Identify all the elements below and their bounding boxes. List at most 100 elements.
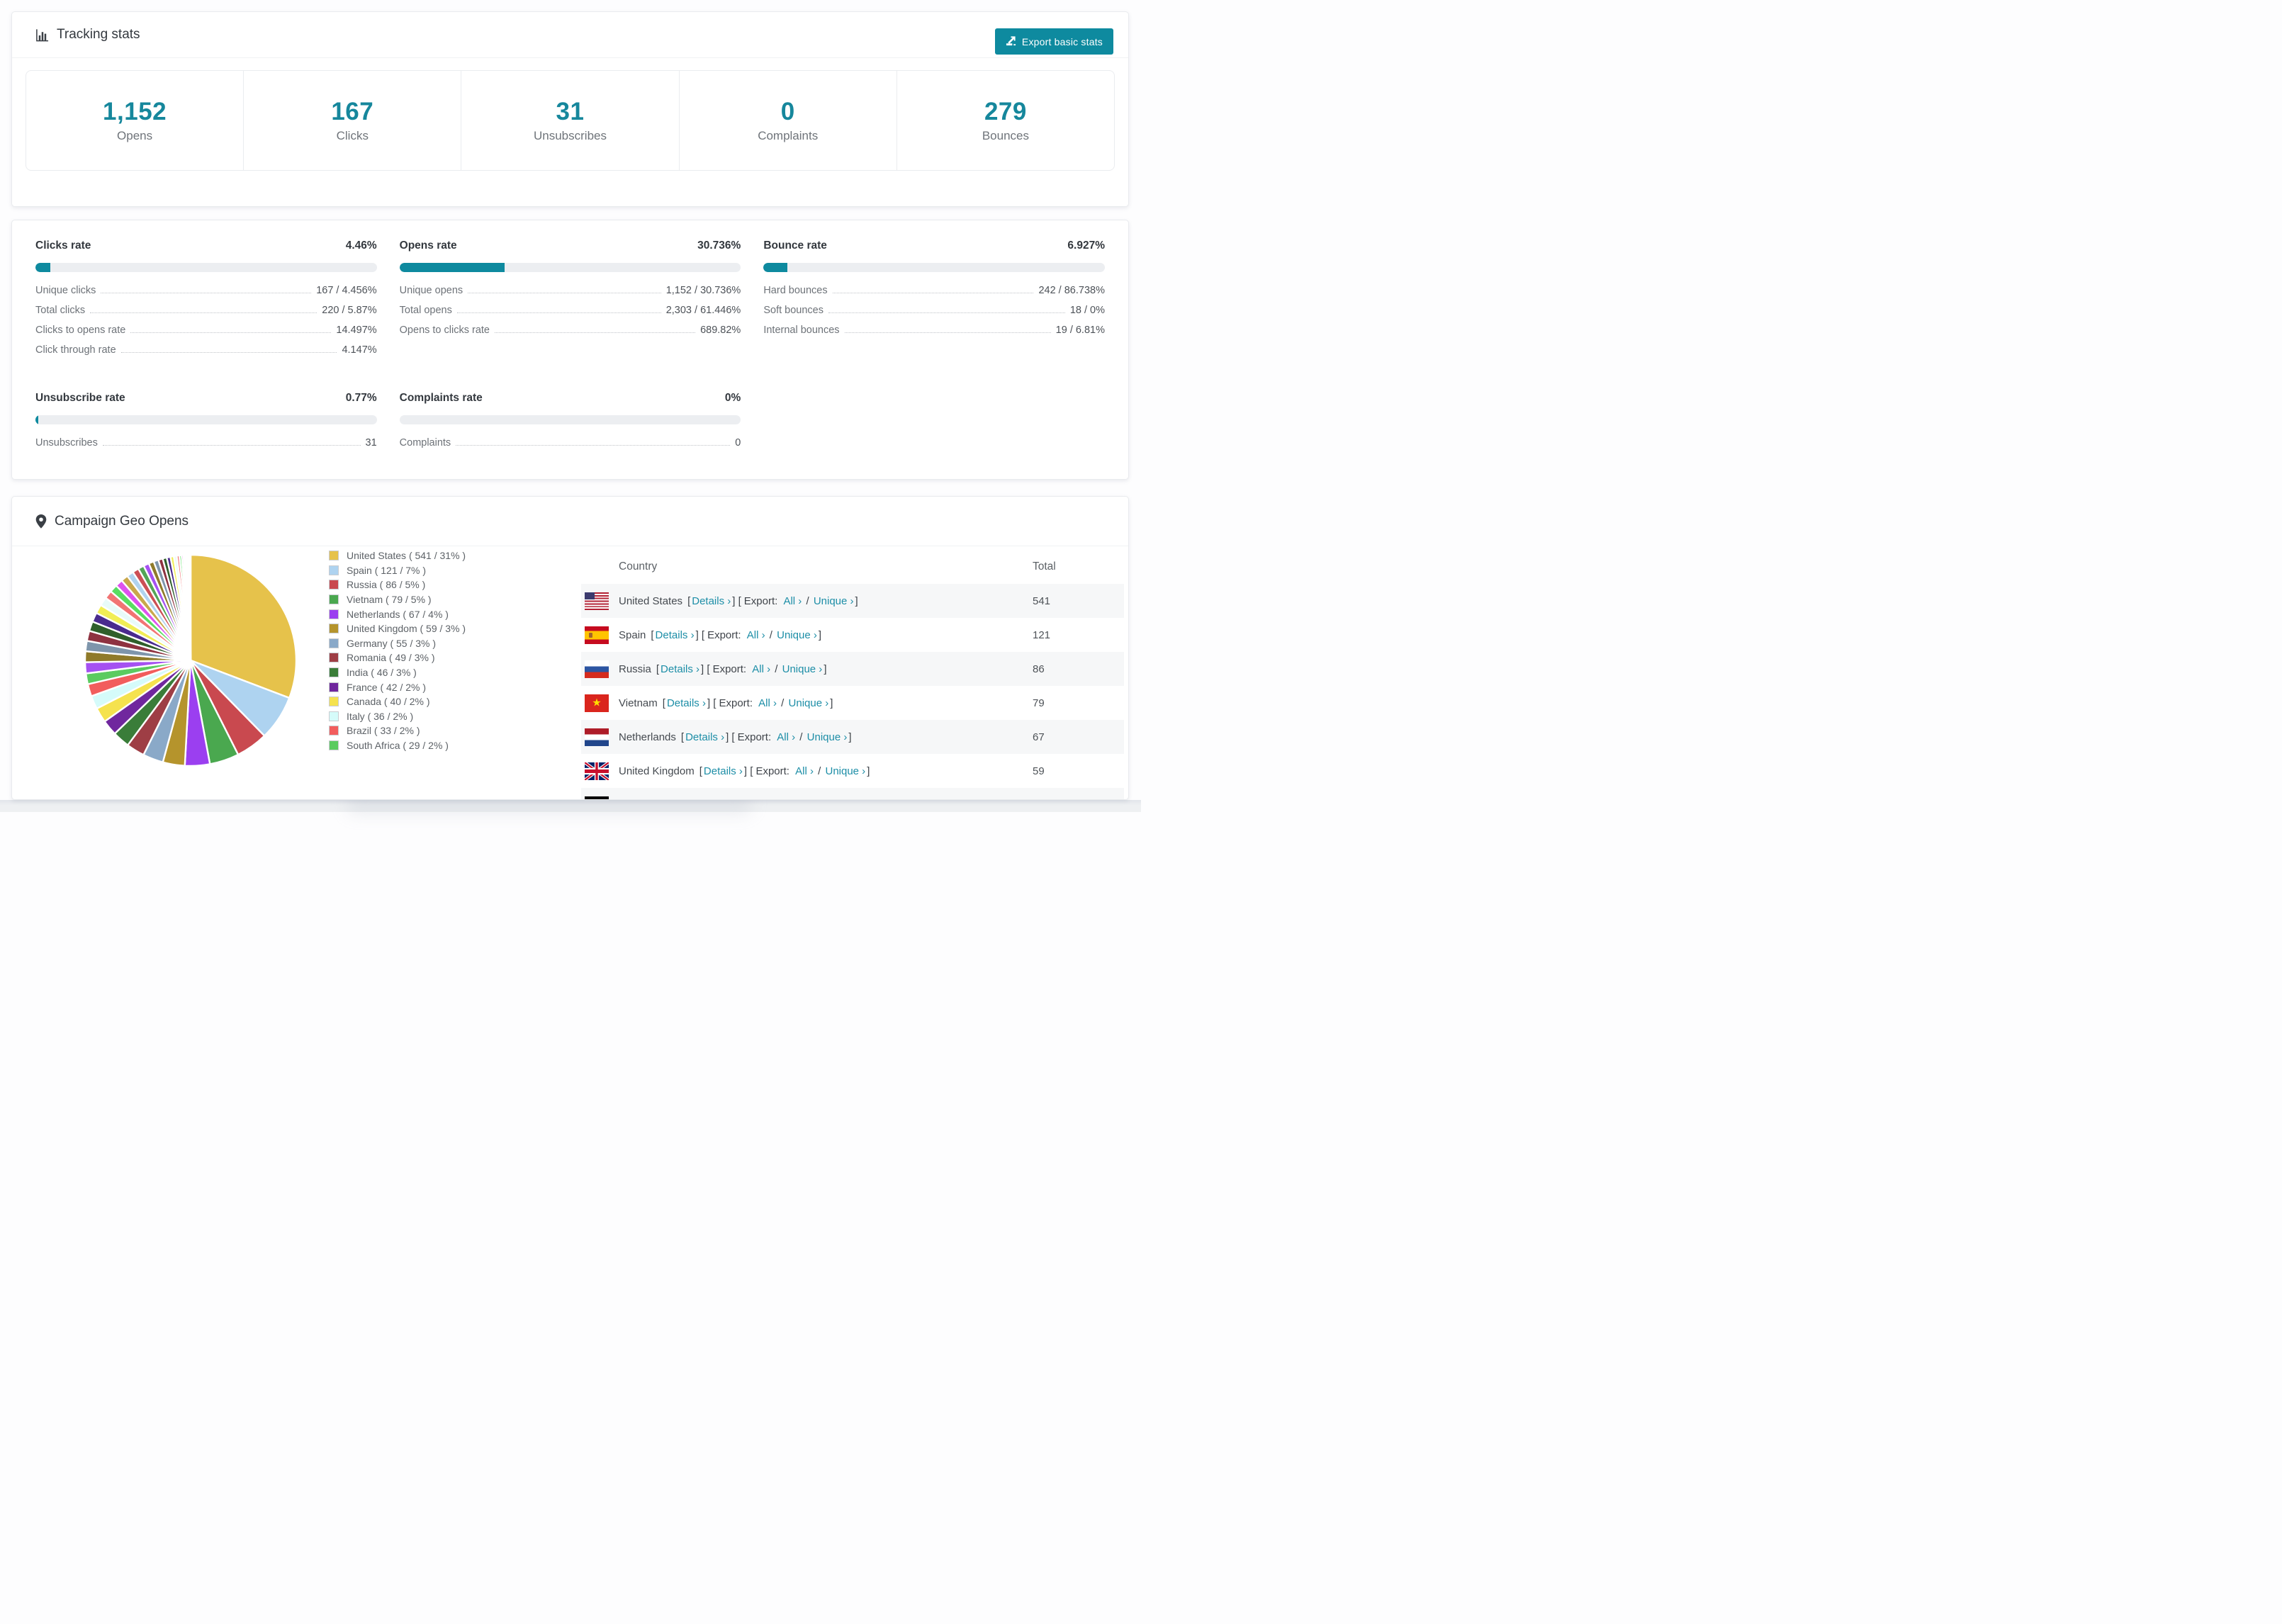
stat-value: 0 [780,98,795,125]
legend-color-swatch [329,565,339,575]
bracket: ] [701,662,707,675]
legend-color-swatch [329,609,339,619]
stat-value: 279 [984,98,1027,125]
metric-value: 18 / 0% [1069,305,1105,316]
legend-label: Spain ( 121 / 7% ) [347,564,427,576]
bracket: ] [848,731,852,743]
stat-box: 279 Bounces [897,71,1114,170]
export-unique-link[interactable]: Unique › [825,765,865,777]
pie-slice[interactable] [189,553,192,662]
export-all-link[interactable]: All › [747,629,765,641]
export-all-link[interactable]: All › [752,663,770,675]
dotted-leader [494,332,696,333]
details-link[interactable]: Details › [704,765,743,777]
rate-title: Clicks rate [35,239,91,252]
progress-bar [763,263,1105,272]
export-basic-stats-button[interactable]: Export basic stats [994,28,1113,55]
metric-row: Unique opens 1,152 / 30.736% [400,286,741,296]
table-row: Spain [Details ›] [Export: All › / Uniqu… [581,618,1124,652]
stat-box: 31 Unsubscribes [461,71,680,170]
page-title: Tracking stats [57,27,140,42]
export-label: Export: [707,628,744,641]
stat-box: 0 Complaints [680,71,897,170]
geo-pie-legend: United States ( 541 / 31% ) Spain ( 121 … [329,548,466,752]
metric-label: Total clicks [35,305,86,316]
metric-value: 19 / 6.81% [1055,325,1105,336]
export-icon [1006,35,1016,48]
country-flag-icon [585,796,609,799]
stat-value: 167 [331,98,374,125]
table-row: United Kingdom [Details ›] [Export: All … [581,754,1124,788]
export-all-link[interactable]: All › [783,595,802,607]
country-total: 67 [1033,731,1045,743]
metric-value: 2,303 / 61.446% [665,305,741,316]
details-link[interactable]: Details › [672,799,711,800]
export-unique-link[interactable]: Unique › [814,595,854,607]
export-all-link[interactable]: All › [763,799,782,800]
metric-label: Total opens [399,305,452,316]
country-name: Vietnam [619,697,658,709]
details-link[interactable]: Details › [692,595,731,607]
country-name: Netherlands [619,731,676,743]
export-unique-link[interactable]: Unique › [807,731,848,743]
export-all-link[interactable]: All › [777,731,795,743]
metric-label: Unique opens [399,285,463,296]
geo-pie-chart[interactable] [82,552,299,769]
geo-table-header: Country Total [581,550,1124,584]
export-unique-link[interactable]: Unique › [789,697,829,709]
slash: / [783,799,792,800]
country-flag-icon [585,592,609,610]
legend-item: Canada ( 40 / 2% ) [329,694,466,709]
metric-row: Unique clicks 167 / 4.456% [35,286,377,296]
details-link[interactable]: Details › [656,629,695,641]
country-flag-icon [585,626,609,644]
rates-card: Clicks rate 4.46% Unique clicks 167 / 4.… [11,220,1129,480]
metric-label: Hard bounces [763,285,828,296]
metric-label: Opens to clicks rate [399,325,490,336]
legend-color-swatch [329,624,339,634]
stat-value: 1,152 [103,98,167,125]
legend-color-swatch [329,653,339,663]
export-unique-link[interactable]: Unique › [777,629,817,641]
metric-row: Hard bounces 242 / 86.738% [763,286,1105,296]
rates-grid: Clicks rate 4.46% Unique clicks 167 / 4.… [12,220,1128,458]
legend-item: Romania ( 49 / 3% ) [329,650,466,665]
legend-color-swatch [329,594,339,605]
bracket: ] [830,697,833,709]
details-link[interactable]: Details › [667,697,706,709]
country-name: Germany [619,799,663,800]
country-name: Russia [619,662,651,675]
rate-title: Complaints rate [399,392,483,404]
metric-value: 220 / 5.87% [322,305,377,316]
legend-label: Germany ( 55 / 3% ) [347,637,437,649]
export-all-link[interactable]: All › [758,697,777,709]
rate-title: Bounce rate [763,239,827,252]
details-link[interactable]: Details › [685,731,724,743]
export-all-link[interactable]: All › [795,765,814,777]
metric-row: Complaints 0 [400,438,741,449]
bracket: [ [656,662,660,675]
metric-row: Total clicks 220 / 5.87% [35,305,377,316]
column-header-country: Country [619,560,658,573]
bracket: [ [680,731,685,743]
export-label: Export: [724,799,760,800]
legend-label: United Kingdom ( 59 / 3% ) [347,623,466,635]
export-unique-link[interactable]: Unique › [793,799,833,800]
bracket: [ [750,765,753,777]
slash: / [778,697,787,709]
bar-chart-icon [35,28,49,42]
bracket: [ [651,628,654,641]
legend-color-swatch [329,726,339,736]
legend-label: South Africa ( 29 / 2% ) [347,740,449,752]
bracket: [ [718,799,721,800]
summary-stats-row: 1,152 Opens 167 Clicks 31 Unsubscribes 0… [26,70,1115,171]
metric-label: Soft bounces [763,305,824,316]
stat-box: 1,152 Opens [26,71,244,170]
legend-label: Netherlands ( 67 / 4% ) [347,608,449,620]
rate-block: Complaints rate 0% Complaints 0 [399,392,741,458]
legend-item: Russia ( 86 / 5% ) [329,577,466,592]
details-link[interactable]: Details › [661,663,699,675]
stat-label: Clicks [336,129,369,142]
export-unique-link[interactable]: Unique › [782,663,823,675]
slash: / [766,628,776,641]
